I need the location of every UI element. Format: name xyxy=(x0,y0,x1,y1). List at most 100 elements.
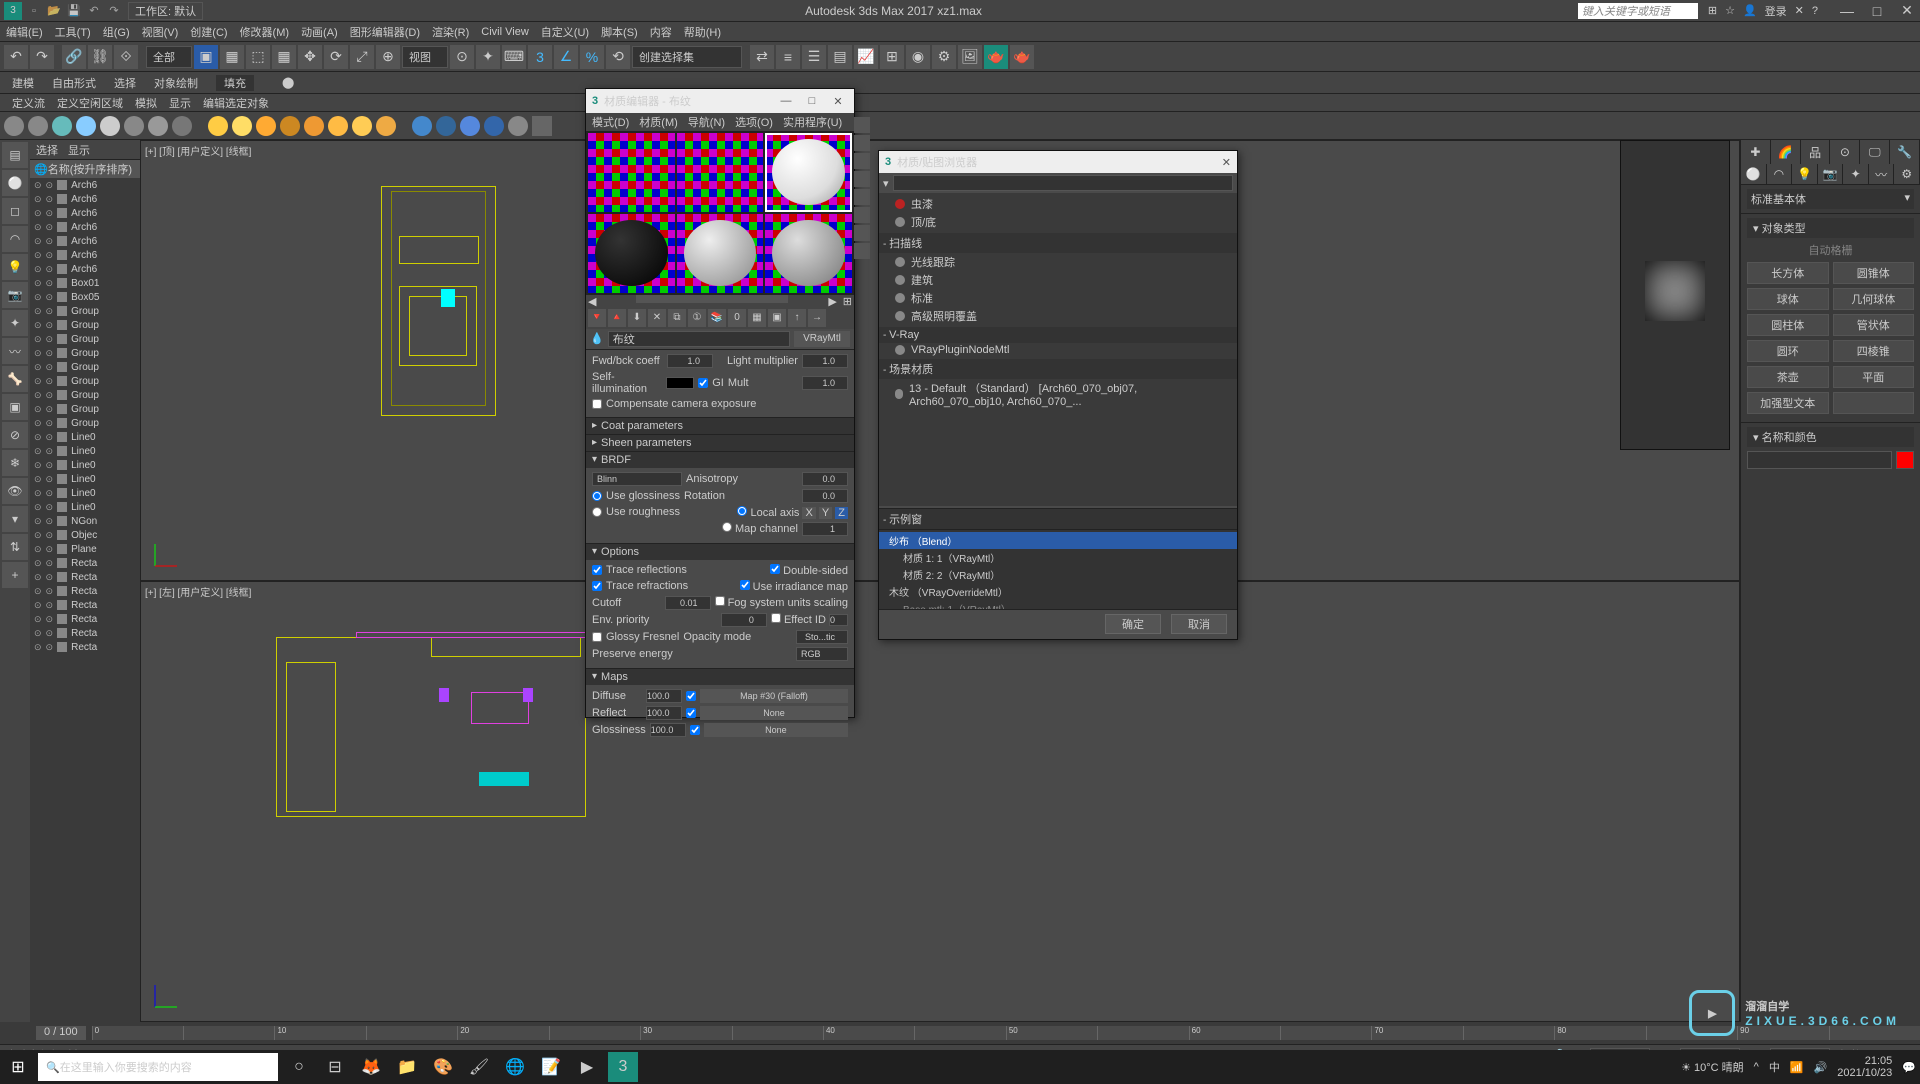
tree-item[interactable]: 13 - Default （Standard） [Arch60_070_obj0… xyxy=(879,379,1237,409)
placement-button[interactable]: ⊕ xyxy=(376,45,400,69)
obj-icon[interactable] xyxy=(52,116,72,136)
menu-tools[interactable]: 工具(T) xyxy=(55,24,91,40)
anisotropy-spinner[interactable]: 0.0 xyxy=(802,472,848,486)
scroll-left-icon[interactable]: ◀ xyxy=(588,295,596,307)
rollout-namecolor[interactable]: ▾ 名称和颜色 xyxy=(1747,427,1914,447)
redo-button[interactable]: ↷ xyxy=(30,45,54,69)
weather-widget[interactable]: ☀ 10°C 晴朗 xyxy=(1681,1059,1744,1075)
select-by-mat-icon[interactable] xyxy=(854,243,870,259)
filter-camera-button[interactable]: 📷 xyxy=(2,282,28,308)
viewport-left[interactable]: [+] [左] [用户定义] [线框] xyxy=(140,581,1740,1022)
reset-material-icon[interactable]: ✕ xyxy=(648,309,666,327)
keyboard-shortcut-button[interactable]: ⌨ xyxy=(502,45,526,69)
schematic-view-button[interactable]: ⊞ xyxy=(880,45,904,69)
sample-type-icon[interactable] xyxy=(854,117,870,133)
filter-frozen-button[interactable]: ❄ xyxy=(2,450,28,476)
irradiance-check[interactable] xyxy=(740,580,750,590)
ribbon-freeform[interactable]: 自由形式 xyxy=(52,75,96,91)
vray-icon[interactable] xyxy=(460,116,480,136)
cmd-sub-shape[interactable]: ◠ xyxy=(1767,164,1793,184)
background-icon[interactable] xyxy=(854,153,870,169)
create-button[interactable]: 四棱锥 xyxy=(1833,340,1915,362)
fwdback-spinner[interactable]: 1.0 xyxy=(667,354,713,368)
explorer-item[interactable]: ⊙⊙Group xyxy=(30,304,140,318)
use-gloss-radio[interactable] xyxy=(592,491,602,501)
go-parent-icon[interactable]: ↑ xyxy=(788,309,806,327)
rollout-brdf[interactable]: ▾ BRDF xyxy=(586,452,854,468)
filter-hidden-button[interactable]: 👁 xyxy=(2,478,28,504)
sample-item[interactable]: 木纹 （VRayOverrideMtl） xyxy=(879,583,1237,600)
ribbon-toggle-icon[interactable]: ⬤ xyxy=(282,76,294,89)
menu-civilview[interactable]: Civil View xyxy=(481,26,528,38)
minimize-button[interactable]: — xyxy=(776,95,796,107)
ribbon-display[interactable]: 显示 xyxy=(169,95,191,111)
search-dropdown-icon[interactable]: ▾ xyxy=(883,177,889,190)
window-crossing-button[interactable]: ▦ xyxy=(272,45,296,69)
unlink-button[interactable]: ⛓ xyxy=(88,45,112,69)
envprio-spinner[interactable]: 0 xyxy=(721,613,767,627)
scale-button[interactable]: ⤢ xyxy=(350,45,374,69)
menu-scripting[interactable]: 脚本(S) xyxy=(601,24,638,40)
cmd-sub-help[interactable]: ✦ xyxy=(1843,164,1869,184)
reflect-map-button[interactable]: None xyxy=(700,706,848,720)
link-button[interactable]: 🔗 xyxy=(62,45,86,69)
preserve-dropdown[interactable]: RGB xyxy=(796,647,848,661)
mat-menu-nav[interactable]: 导航(N) xyxy=(688,114,725,130)
explorer-item[interactable]: ⊙⊙Group xyxy=(30,332,140,346)
expand-button[interactable]: + xyxy=(2,562,28,588)
named-selection-sets[interactable]: 创建选择集 xyxy=(632,46,742,68)
object-color-swatch[interactable] xyxy=(1896,451,1914,469)
light-icon[interactable] xyxy=(208,116,228,136)
obj-icon[interactable] xyxy=(4,116,24,136)
explorer-item[interactable]: ⊙⊙Arch6 xyxy=(30,234,140,248)
material-slot[interactable] xyxy=(677,214,764,293)
obj-icon[interactable] xyxy=(28,116,48,136)
taskview-icon[interactable]: ⊟ xyxy=(320,1052,350,1082)
explorer-item[interactable]: ⊙⊙Arch6 xyxy=(30,262,140,276)
fogunits-check[interactable] xyxy=(715,596,725,606)
cmd-tab-modify[interactable]: 🌈 xyxy=(1771,140,1801,164)
select-region-button[interactable]: ⬚ xyxy=(246,45,270,69)
menu-animation[interactable]: 动画(A) xyxy=(301,24,338,40)
material-slot[interactable] xyxy=(677,133,764,212)
spinner-snap-button[interactable]: ⟲ xyxy=(606,45,630,69)
menu-rendering[interactable]: 渲染(R) xyxy=(432,24,469,40)
create-button[interactable]: 管状体 xyxy=(1833,314,1915,336)
app-logo-icon[interactable]: 3 xyxy=(4,2,22,20)
diffuse-map-button[interactable]: Map #30 (Falloff) xyxy=(700,689,848,703)
explorer-item[interactable]: ⊙⊙Line0 xyxy=(30,472,140,486)
render-production-button[interactable]: 🫖 xyxy=(1010,45,1034,69)
create-button[interactable]: 茶壶 xyxy=(1747,366,1829,388)
minimize-button[interactable]: — xyxy=(1838,3,1856,19)
app-icon[interactable]: 🎨 xyxy=(428,1052,458,1082)
help-search-input[interactable]: 键入关键字或短语 xyxy=(1578,3,1698,19)
tree-category[interactable]: - 扫描线 xyxy=(879,233,1237,253)
show-map-icon[interactable]: ▦ xyxy=(748,309,766,327)
start-button[interactable]: ⊞ xyxy=(4,1053,32,1081)
edge-icon[interactable]: 🌐 xyxy=(500,1052,530,1082)
workspace-selector[interactable]: 工作区: 默认 xyxy=(128,2,203,20)
ribbon-populate[interactable]: 填充 xyxy=(216,75,254,91)
cmd-tab-create[interactable]: ✚ xyxy=(1741,140,1771,164)
snap-toggle-button[interactable]: 3 xyxy=(528,45,552,69)
mapchannel-radio[interactable] xyxy=(722,522,732,532)
material-slot[interactable] xyxy=(588,133,675,212)
time-slider[interactable]: 0 / 100 0102030405060708090100 xyxy=(30,1022,1920,1044)
obj-icon[interactable] xyxy=(76,116,96,136)
tray-volume-icon[interactable]: 🔊 xyxy=(1814,1061,1828,1074)
viewcube-icon[interactable] xyxy=(1645,261,1705,321)
create-button[interactable] xyxy=(1833,392,1915,414)
explorer-item[interactable]: ⊙⊙Line0 xyxy=(30,500,140,514)
filter-shape-button[interactable]: ◠ xyxy=(2,226,28,252)
explorer-item[interactable]: ⊙⊙Recta xyxy=(30,598,140,612)
menu-customize[interactable]: 自定义(U) xyxy=(541,24,589,40)
vray-icon[interactable] xyxy=(412,116,432,136)
diffuse-amount[interactable]: 100.0 xyxy=(646,689,682,703)
gloss-amount[interactable]: 100.0 xyxy=(650,723,686,737)
sort-button[interactable]: ⇅ xyxy=(2,534,28,560)
explorer-item[interactable]: ⊙⊙Group xyxy=(30,374,140,388)
menu-edit[interactable]: 编辑(E) xyxy=(6,24,43,40)
light-icon[interactable] xyxy=(232,116,252,136)
curve-editor-button[interactable]: 📈 xyxy=(854,45,878,69)
explorer-item[interactable]: ⊙⊙Group xyxy=(30,416,140,430)
